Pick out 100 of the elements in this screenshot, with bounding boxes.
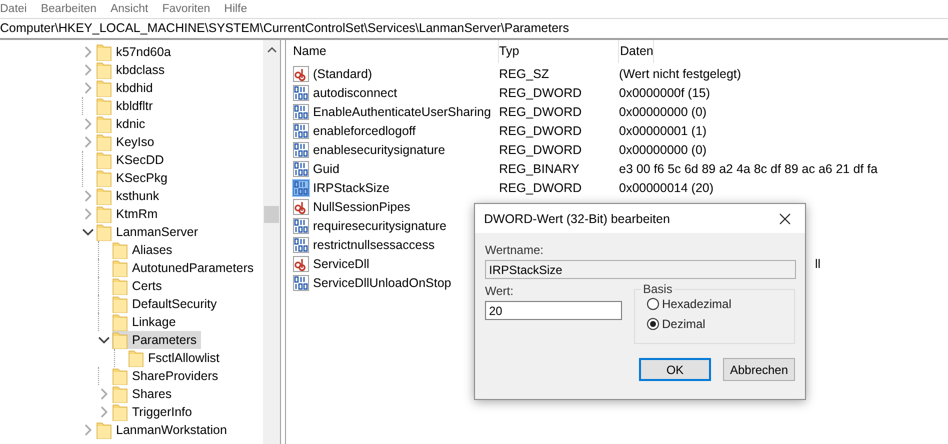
- expand-chevron-icon[interactable]: [82, 208, 94, 220]
- scrollbar[interactable]: [263, 40, 280, 444]
- folder-icon: [112, 259, 128, 277]
- table-cell-text: REG_DWORD: [499, 124, 583, 138]
- expand-chevron-icon[interactable]: [82, 118, 94, 130]
- table-cell: enablesecuritysignature: [313, 142, 446, 156]
- folder-icon: [96, 421, 112, 439]
- expand-chevron-icon[interactable]: [98, 388, 110, 400]
- table-cell-text: REG_DWORD: [499, 104, 583, 118]
- expand-chevron-icon[interactable]: [82, 46, 94, 58]
- collapse-chevron-icon[interactable]: [98, 334, 110, 346]
- table-cell: ServiceDllUnloadOnStop: [313, 276, 452, 290]
- column-header[interactable]: Name: [292, 40, 499, 63]
- tree-item[interactable]: ksthunk: [96, 187, 164, 205]
- tree-item[interactable]: Shares: [112, 385, 176, 403]
- table-cell-text: REG_SZ: [499, 66, 550, 80]
- folder-icon: [112, 241, 128, 259]
- expand-chevron-icon[interactable]: [98, 406, 110, 418]
- table-cell: e3 00 f6 5c 6d 89 a2 4a 8c df 89 ac a6 21 df fa: [619, 162, 878, 176]
- value-field[interactable]: 20: [485, 301, 622, 320]
- folder-icon: [96, 61, 112, 79]
- folder-icon: [112, 313, 128, 331]
- expand-chevron-icon[interactable]: [82, 64, 94, 76]
- menu-item[interactable]: Ansicht: [110, 1, 154, 17]
- collapse-chevron-icon[interactable]: [82, 226, 94, 238]
- table-cell-text: REG_DWORD: [499, 86, 583, 100]
- table-cell: enableforcedlogoff: [313, 124, 416, 138]
- radio-label[interactable]: Hexadezimal: [662, 297, 732, 311]
- tree-item[interactable]: ShareProviders: [112, 367, 222, 385]
- folder-icon: [96, 97, 112, 115]
- folder-icon: [96, 133, 112, 151]
- menu-item[interactable]: Bearbeiten: [40, 1, 102, 17]
- table-cell: EnableAuthenticateUserSharing: [313, 104, 491, 118]
- table-cell: ll: [815, 256, 821, 270]
- tree-item[interactable]: kbldfltr: [96, 97, 157, 115]
- tree-item[interactable]: KSecDD: [96, 151, 168, 169]
- tree-item[interactable]: k57nd60a: [96, 43, 175, 61]
- folder-icon: [96, 43, 112, 61]
- tree-item[interactable]: kbdclass: [96, 61, 169, 79]
- expand-chevron-icon[interactable]: [82, 82, 94, 94]
- close-icon: [779, 212, 791, 224]
- ok-button[interactable]: OK: [639, 358, 711, 381]
- value-name-field[interactable]: IRPStackSize: [485, 260, 796, 279]
- radio-button[interactable]: [647, 318, 659, 330]
- table-cell: IRPStackSize: [313, 180, 390, 194]
- folder-icon: [112, 403, 128, 421]
- folder-icon: [96, 169, 112, 187]
- tree-item[interactable]: LanmanWorkstation: [96, 421, 231, 439]
- tree-item[interactable]: DefaultSecurity: [112, 295, 221, 313]
- folder-icon: [96, 115, 112, 133]
- table-cell: 0x00000000 (0): [619, 104, 707, 118]
- table-cell-text: REG_BINARY: [499, 162, 580, 176]
- table-cell: requiresecuritysignature: [313, 218, 446, 232]
- group-label: Basis: [641, 282, 674, 296]
- tree-item[interactable]: kdnic: [96, 115, 150, 133]
- folder-icon: [112, 367, 128, 385]
- folder-icon: [112, 385, 128, 403]
- table-cell: (Standard): [313, 66, 372, 80]
- tree-item[interactable]: Aliases: [112, 241, 176, 259]
- expand-chevron-icon[interactable]: [82, 424, 94, 436]
- tree-item[interactable]: LanmanServer: [96, 223, 202, 241]
- scroll-up-icon[interactable]: [266, 46, 276, 54]
- expand-chevron-icon[interactable]: [82, 136, 94, 148]
- tree-item[interactable]: FsctlAllowlist: [128, 349, 224, 367]
- table-cell-text: REG_DWORD: [499, 142, 583, 156]
- radio-label[interactable]: Dezimal: [662, 317, 706, 331]
- field-label: Wert:: [485, 283, 514, 299]
- dialog-title: DWORD-Wert (32-Bit) bearbeiten: [484, 212, 670, 226]
- menu-item[interactable]: Favoriten: [162, 1, 216, 17]
- address-bar[interactable]: Computer\HKEY_LOCAL_MACHINE\SYSTEM\CurrentControlSet\Services\LanmanServer\Parameters: [0, 18, 948, 40]
- folder-icon: [128, 349, 144, 367]
- tree-item[interactable]: Certs: [112, 277, 166, 295]
- menu-item[interactable]: Datei: [0, 1, 33, 17]
- folder-icon: [112, 277, 128, 295]
- radio-button[interactable]: [647, 298, 659, 310]
- table-cell: 0x00000014 (20): [619, 180, 714, 194]
- expand-chevron-icon[interactable]: [82, 190, 94, 202]
- table-cell: Guid: [313, 162, 340, 176]
- scroll-thumb[interactable]: [264, 206, 279, 223]
- tree-item[interactable]: TriggerInfo: [112, 403, 196, 421]
- table-cell: (Wert nicht festgelegt): [619, 66, 742, 80]
- column-header[interactable]: Daten: [619, 40, 654, 63]
- menu-item[interactable]: Hilfe: [224, 1, 254, 17]
- column-header[interactable]: Typ: [499, 40, 619, 63]
- tree-item[interactable]: AutotunedParameters: [112, 259, 258, 277]
- folder-icon: [96, 151, 112, 169]
- tree-item[interactable]: kbdhid: [96, 79, 157, 97]
- tree-item[interactable]: Linkage: [112, 313, 180, 331]
- folder-icon: [96, 223, 112, 241]
- table-cell: ServiceDll: [313, 256, 370, 270]
- tree-item[interactable]: KeyIso: [96, 133, 158, 151]
- tree-item[interactable]: KtmRm: [96, 205, 162, 223]
- table-cell: autodisconnect: [313, 86, 398, 100]
- folder-icon: [96, 79, 112, 97]
- tree-item[interactable]: Parameters: [112, 331, 201, 349]
- tree-item[interactable]: KSecPkg: [96, 169, 172, 187]
- table-cell: 0x00000001 (1): [619, 124, 707, 138]
- table-cell: restrictnullsessaccess: [313, 238, 435, 252]
- cancel-button[interactable]: Abbrechen: [723, 358, 795, 381]
- folder-icon: [96, 205, 112, 223]
